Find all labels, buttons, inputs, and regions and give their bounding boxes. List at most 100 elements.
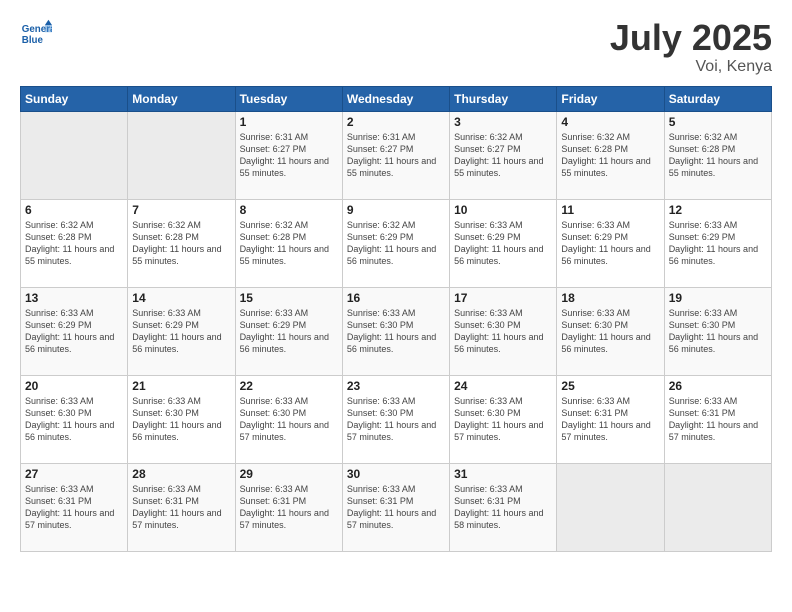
- calendar-cell: 21 Sunrise: 6:33 AM Sunset: 6:30 PM Dayli…: [128, 375, 235, 463]
- day-number: 10: [454, 203, 552, 217]
- col-friday: Friday: [557, 86, 664, 111]
- day-number: 15: [240, 291, 338, 305]
- day-number: 1: [240, 115, 338, 129]
- day-number: 3: [454, 115, 552, 129]
- calendar-cell: [128, 111, 235, 199]
- day-info: Sunrise: 6:31 AM Sunset: 6:27 PM Dayligh…: [347, 131, 445, 180]
- title-area: July 2025 Voi, Kenya: [610, 18, 772, 76]
- calendar-week-2: 6 Sunrise: 6:32 AM Sunset: 6:28 PM Daylig…: [21, 199, 772, 287]
- calendar-page: General Blue July 2025 Voi, Kenya Sunday…: [0, 0, 792, 612]
- calendar-cell: 29 Sunrise: 6:33 AM Sunset: 6:31 PM Dayli…: [235, 463, 342, 551]
- day-info: Sunrise: 6:33 AM Sunset: 6:31 PM Dayligh…: [561, 395, 659, 444]
- logo-icon: General Blue: [20, 18, 52, 50]
- day-info: Sunrise: 6:33 AM Sunset: 6:29 PM Dayligh…: [669, 219, 767, 268]
- calendar-cell: 12 Sunrise: 6:33 AM Sunset: 6:29 PM Dayli…: [664, 199, 771, 287]
- calendar-week-1: 1 Sunrise: 6:31 AM Sunset: 6:27 PM Daylig…: [21, 111, 772, 199]
- calendar-cell: [664, 463, 771, 551]
- calendar-cell: 14 Sunrise: 6:33 AM Sunset: 6:29 PM Dayli…: [128, 287, 235, 375]
- day-info: Sunrise: 6:33 AM Sunset: 6:30 PM Dayligh…: [347, 395, 445, 444]
- day-number: 8: [240, 203, 338, 217]
- day-number: 24: [454, 379, 552, 393]
- day-info: Sunrise: 6:31 AM Sunset: 6:27 PM Dayligh…: [240, 131, 338, 180]
- calendar-cell: 11Sunrise: 6:33 AM Sunset: 6:29 PM Dayli…: [557, 199, 664, 287]
- day-info: Sunrise: 6:32 AM Sunset: 6:28 PM Dayligh…: [669, 131, 767, 180]
- day-info: Sunrise: 6:33 AM Sunset: 6:31 PM Dayligh…: [669, 395, 767, 444]
- day-info: Sunrise: 6:33 AM Sunset: 6:29 PM Dayligh…: [25, 307, 123, 356]
- calendar-cell: 10 Sunrise: 6:33 AM Sunset: 6:29 PM Dayli…: [450, 199, 557, 287]
- calendar-cell: 23Sunrise: 6:33 AM Sunset: 6:30 PM Dayli…: [342, 375, 449, 463]
- calendar-cell: [557, 463, 664, 551]
- location: Voi, Kenya: [610, 58, 772, 76]
- calendar-cell: 18 Sunrise: 6:33 AM Sunset: 6:30 PM Dayli…: [557, 287, 664, 375]
- day-number: 14: [132, 291, 230, 305]
- day-number: 19: [669, 291, 767, 305]
- day-number: 20: [25, 379, 123, 393]
- header-row: Sunday Monday Tuesday Wednesday Thursday…: [21, 86, 772, 111]
- calendar-header: Sunday Monday Tuesday Wednesday Thursday…: [21, 86, 772, 111]
- day-number: 13: [25, 291, 123, 305]
- calendar-cell: 1 Sunrise: 6:31 AM Sunset: 6:27 PM Daylig…: [235, 111, 342, 199]
- calendar-cell: 15 Sunrise: 6:33 AM Sunset: 6:29 PM Dayli…: [235, 287, 342, 375]
- calendar-table: Sunday Monday Tuesday Wednesday Thursday…: [20, 86, 772, 552]
- day-info: Sunrise: 6:32 AM Sunset: 6:29 PM Dayligh…: [347, 219, 445, 268]
- calendar-cell: 2 Sunrise: 6:31 AM Sunset: 6:27 PM Daylig…: [342, 111, 449, 199]
- day-number: 29: [240, 467, 338, 481]
- calendar-cell: [21, 111, 128, 199]
- day-number: 9: [347, 203, 445, 217]
- day-info: Sunrise: 6:33 AM Sunset: 6:31 PM Dayligh…: [240, 483, 338, 532]
- day-info: Sunrise: 6:33 AM Sunset: 6:31 PM Dayligh…: [454, 483, 552, 532]
- day-info: Sunrise: 6:32 AM Sunset: 6:28 PM Dayligh…: [25, 219, 123, 268]
- calendar-body: 1 Sunrise: 6:31 AM Sunset: 6:27 PM Daylig…: [21, 111, 772, 551]
- day-info: Sunrise: 6:33 AM Sunset: 6:29 PM Dayligh…: [240, 307, 338, 356]
- day-info: Sunrise: 6:32 AM Sunset: 6:27 PM Dayligh…: [454, 131, 552, 180]
- calendar-cell: 13 Sunrise: 6:33 AM Sunset: 6:29 PM Dayli…: [21, 287, 128, 375]
- day-info: Sunrise: 6:32 AM Sunset: 6:28 PM Dayligh…: [132, 219, 230, 268]
- day-number: 17: [454, 291, 552, 305]
- day-number: 18: [561, 291, 659, 305]
- day-number: 22: [240, 379, 338, 393]
- day-info: Sunrise: 6:33 AM Sunset: 6:30 PM Dayligh…: [454, 307, 552, 356]
- day-number: 30: [347, 467, 445, 481]
- calendar-cell: 17 Sunrise: 6:33 AM Sunset: 6:30 PM Dayli…: [450, 287, 557, 375]
- col-sunday: Sunday: [21, 86, 128, 111]
- calendar-cell: 24 Sunrise: 6:33 AM Sunset: 6:30 PM Dayli…: [450, 375, 557, 463]
- day-info: Sunrise: 6:33 AM Sunset: 6:31 PM Dayligh…: [25, 483, 123, 532]
- calendar-cell: 26 Sunrise: 6:33 AM Sunset: 6:31 PM Dayli…: [664, 375, 771, 463]
- day-number: 27: [25, 467, 123, 481]
- day-number: 26: [669, 379, 767, 393]
- day-number: 12: [669, 203, 767, 217]
- day-info: Sunrise: 6:33 AM Sunset: 6:30 PM Dayligh…: [132, 395, 230, 444]
- calendar-cell: 4 Sunrise: 6:32 AM Sunset: 6:28 PM Daylig…: [557, 111, 664, 199]
- day-number: 31: [454, 467, 552, 481]
- col-wednesday: Wednesday: [342, 86, 449, 111]
- calendar-cell: 8 Sunrise: 6:32 AM Sunset: 6:28 PM Daylig…: [235, 199, 342, 287]
- calendar-cell: 6 Sunrise: 6:32 AM Sunset: 6:28 PM Daylig…: [21, 199, 128, 287]
- day-info: Sunrise: 6:33 AM Sunset: 6:30 PM Dayligh…: [454, 395, 552, 444]
- day-number: 21: [132, 379, 230, 393]
- day-info: Sunrise: 6:33 AM Sunset: 6:31 PM Dayligh…: [347, 483, 445, 532]
- calendar-cell: 9 Sunrise: 6:32 AM Sunset: 6:29 PM Daylig…: [342, 199, 449, 287]
- col-monday: Monday: [128, 86, 235, 111]
- calendar-week-3: 13 Sunrise: 6:33 AM Sunset: 6:29 PM Dayli…: [21, 287, 772, 375]
- day-info: Sunrise: 6:32 AM Sunset: 6:28 PM Dayligh…: [240, 219, 338, 268]
- day-number: 4: [561, 115, 659, 129]
- day-number: 6: [25, 203, 123, 217]
- day-info: Sunrise: 6:33 AM Sunset: 6:29 PM Dayligh…: [454, 219, 552, 268]
- calendar-week-5: 27 Sunrise: 6:33 AM Sunset: 6:31 PM Dayli…: [21, 463, 772, 551]
- day-number: 2: [347, 115, 445, 129]
- day-info: Sunrise: 6:33 AM Sunset: 6:30 PM Dayligh…: [561, 307, 659, 356]
- day-number: 11: [561, 203, 659, 217]
- calendar-cell: 7Sunrise: 6:32 AM Sunset: 6:28 PM Daylig…: [128, 199, 235, 287]
- header: General Blue July 2025 Voi, Kenya: [20, 18, 772, 76]
- calendar-cell: 25 Sunrise: 6:33 AM Sunset: 6:31 PM Dayli…: [557, 375, 664, 463]
- svg-text:Blue: Blue: [22, 35, 44, 46]
- calendar-cell: 5 Sunrise: 6:32 AM Sunset: 6:28 PM Daylig…: [664, 111, 771, 199]
- day-number: 5: [669, 115, 767, 129]
- col-thursday: Thursday: [450, 86, 557, 111]
- day-info: Sunrise: 6:33 AM Sunset: 6:30 PM Dayligh…: [347, 307, 445, 356]
- day-info: Sunrise: 6:33 AM Sunset: 6:30 PM Dayligh…: [669, 307, 767, 356]
- month-title: July 2025: [610, 18, 772, 58]
- day-info: Sunrise: 6:33 AM Sunset: 6:29 PM Dayligh…: [132, 307, 230, 356]
- day-info: Sunrise: 6:32 AM Sunset: 6:28 PM Dayligh…: [561, 131, 659, 180]
- day-number: 25: [561, 379, 659, 393]
